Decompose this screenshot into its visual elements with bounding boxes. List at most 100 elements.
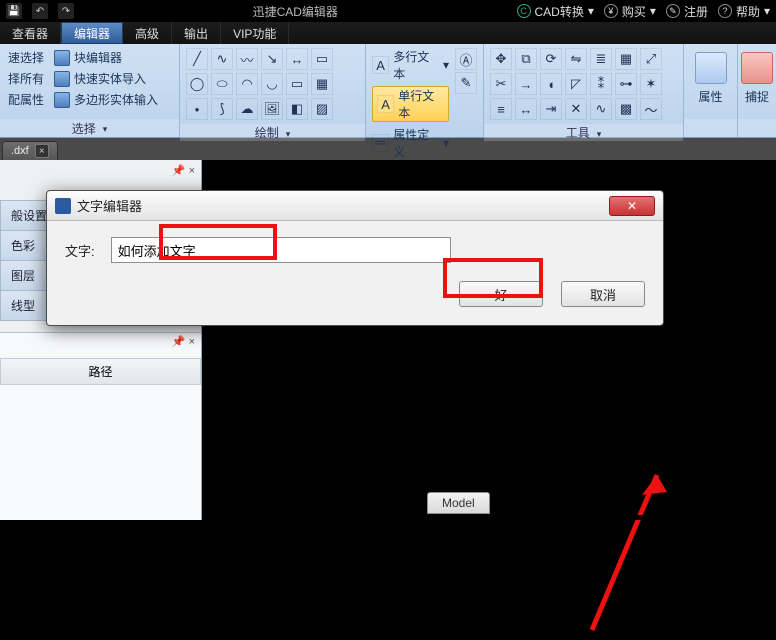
side-panel-body: 📌 × 路径 <box>0 332 201 520</box>
group-label-draw: 绘制 <box>255 124 279 141</box>
app-title: 迅捷CAD编辑器 <box>84 3 507 20</box>
polyline-icon[interactable]: ∿ <box>211 48 233 70</box>
osnap-icon <box>741 52 773 84</box>
ellipse-icon[interactable]: ⬭ <box>211 73 233 95</box>
annotation-arrow <box>572 460 692 640</box>
tab-vip[interactable]: VIP功能 <box>221 22 289 44</box>
break-icon[interactable]: ⁑ <box>590 73 612 95</box>
text-tool-a-icon[interactable]: Ⓐ <box>455 48 477 70</box>
point-icon[interactable]: • <box>186 98 208 120</box>
spline-icon[interactable]: 〰 <box>236 48 258 70</box>
osnap-button[interactable]: 捕捉 <box>731 48 776 109</box>
document-tab[interactable]: .dxf × <box>2 141 58 160</box>
quick-entity-import-item[interactable]: 快速实体导入 <box>52 69 160 88</box>
draw-tools-grid: ╱ ∿ 〰 ↘ ↔ ▭ ◯ ⬭ ◠ ◡ ▭ ▦ • ⟆ ☁ 🖼 ◧ ▨ <box>186 48 333 120</box>
dialog-close-button[interactable]: ✕ <box>609 196 655 216</box>
import-icon <box>54 71 70 87</box>
circle-icon[interactable]: ◯ <box>186 73 208 95</box>
explode-icon[interactable]: ✶ <box>640 73 662 95</box>
properties-icon <box>695 52 727 84</box>
close-tab-icon[interactable]: × <box>35 144 49 158</box>
join-icon[interactable]: ⊶ <box>615 73 637 95</box>
dialog-title: 文字编辑器 <box>77 196 142 215</box>
stext-item[interactable]: A单行文本 <box>372 86 449 122</box>
ok-button[interactable]: 好 <box>459 281 543 307</box>
text-tool-b-icon[interactable]: ✎ <box>455 72 477 94</box>
trim-icon[interactable]: ✂ <box>490 73 512 95</box>
chamfer-icon[interactable]: ◸ <box>565 73 587 95</box>
copy-icon[interactable]: ⧉ <box>515 48 537 70</box>
qat-redo-icon[interactable]: ↷ <box>58 3 74 19</box>
wipeout-icon[interactable]: ▨ <box>311 98 333 120</box>
edit-polyline-icon[interactable]: ∿ <box>590 98 612 120</box>
arc-icon[interactable]: ◠ <box>236 73 258 95</box>
document-tab-label: .dxf <box>11 145 29 157</box>
region-icon[interactable]: ◧ <box>286 98 308 120</box>
lengthen-icon[interactable]: ⇥ <box>540 98 562 120</box>
select-all-item[interactable]: 择所有 <box>6 69 46 88</box>
menu-tabs: 查看器 编辑器 高级 输出 VIP功能 <box>0 22 776 44</box>
line-icon[interactable]: ╱ <box>186 48 208 70</box>
array-icon[interactable]: ▦ <box>615 48 637 70</box>
qat-save-icon[interactable]: 💾 <box>6 3 22 19</box>
rectangle-icon[interactable]: ▭ <box>286 73 308 95</box>
tab-advanced[interactable]: 高级 <box>123 22 172 44</box>
cancel-button[interactable]: 取消 <box>561 281 645 307</box>
polygon-entity-input-item[interactable]: 多边形实体输入 <box>52 90 160 109</box>
tab-editor[interactable]: 编辑器 <box>61 22 123 44</box>
title-bar: 💾 ↶ ↷ 迅捷CAD编辑器 CCAD转换▾ ¥购买▾ ✎注册 ?帮助▾ <box>0 0 776 22</box>
help-link[interactable]: ?帮助▾ <box>718 3 770 20</box>
text-input[interactable] <box>111 237 451 263</box>
tab-viewer[interactable]: 查看器 <box>0 22 61 44</box>
buy-link[interactable]: ¥购买▾ <box>604 3 656 20</box>
properties-button[interactable]: 属性 <box>685 48 737 109</box>
model-tab[interactable]: Model <box>427 492 490 514</box>
image-icon[interactable]: 🖼 <box>261 98 283 120</box>
erase-icon[interactable]: ✕ <box>565 98 587 120</box>
ellipse-arc-icon[interactable]: ◡ <box>261 73 283 95</box>
pin2-icon[interactable]: 📌 × <box>172 335 195 348</box>
rotate-icon[interactable]: ⟳ <box>540 48 562 70</box>
mirror-icon[interactable]: ⇋ <box>565 48 587 70</box>
text-field-label: 文字: <box>65 241 95 260</box>
align-icon[interactable]: ≡ <box>490 98 512 120</box>
register-link[interactable]: ✎注册 <box>666 3 708 20</box>
fillet-icon[interactable]: ◖ <box>540 73 562 95</box>
edit-spline-icon[interactable]: 〜 <box>640 98 662 120</box>
insert-block-icon[interactable]: ▭ <box>311 48 333 70</box>
arc3p-icon[interactable]: ⟆ <box>211 98 233 120</box>
qat-undo-icon[interactable]: ↶ <box>32 3 48 19</box>
scale-icon[interactable]: ⤢ <box>640 48 662 70</box>
path-column-header[interactable]: 路径 <box>0 358 201 385</box>
edit-hatch-icon[interactable]: ▩ <box>615 98 637 120</box>
horizontal-scrollbar[interactable] <box>202 515 776 520</box>
cad-convert-link[interactable]: CCAD转换▾ <box>517 3 594 20</box>
quick-select-item[interactable]: 速选择 <box>6 48 46 67</box>
properties-item[interactable]: 配属性 <box>6 90 46 109</box>
dialog-titlebar[interactable]: 文字编辑器 ✕ <box>47 191 663 221</box>
mtext-icon: A <box>372 56 389 74</box>
xline-icon[interactable]: ↔ <box>286 48 308 70</box>
stretch-icon[interactable]: ↔ <box>515 98 537 120</box>
ribbon: 速选择 择所有 配属性 块编辑器 快速实体导入 多边形实体输入 选择 ╱ ∿ 〰… <box>0 44 776 138</box>
dialog-icon <box>55 198 71 214</box>
stext-icon: A <box>377 95 394 113</box>
attrdef-item[interactable]: ≔属性定义▾ <box>372 126 449 160</box>
tools-grid: ✥ ⧉ ⟳ ⇋ ≣ ▦ ⤢ ✂ → ◖ ◸ ⁑ ⊶ ✶ ≡ ↔ ⇥ ✕ ∿ ▩ <box>490 48 662 120</box>
attrdef-icon: ≔ <box>372 134 389 152</box>
revision-cloud-icon[interactable]: ☁ <box>236 98 258 120</box>
block-editor-item[interactable]: 块编辑器 <box>52 48 160 67</box>
ray-icon[interactable]: ↘ <box>261 48 283 70</box>
tab-output[interactable]: 输出 <box>172 22 221 44</box>
pin-icon[interactable]: 📌 × <box>172 164 195 177</box>
extend-icon[interactable]: → <box>515 73 537 95</box>
polygon-icon <box>54 92 70 108</box>
group-label-select: 选择 <box>72 120 96 137</box>
text-editor-dialog: 文字编辑器 ✕ 文字: 好 取消 <box>46 190 664 326</box>
mtext-item[interactable]: A多行文本▾ <box>372 48 449 82</box>
group-label-tools: 工具 <box>566 124 590 141</box>
block-icon <box>54 50 70 66</box>
move-icon[interactable]: ✥ <box>490 48 512 70</box>
hatch-icon[interactable]: ▦ <box>311 73 333 95</box>
offset-icon[interactable]: ≣ <box>590 48 612 70</box>
